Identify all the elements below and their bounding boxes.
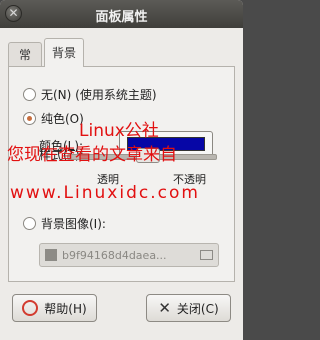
watermark-line-2: 您现在查看的文章来自: [7, 145, 177, 165]
close-button-label: 关闭(C): [176, 301, 219, 316]
tab-background[interactable]: 背景: [44, 38, 84, 67]
radio-solid-color[interactable]: [23, 112, 36, 125]
radio-solid-row[interactable]: 纯色(O): [23, 110, 84, 127]
background-image-file-chooser[interactable]: b9f94168d4daea...: [39, 243, 219, 267]
background-tab-pane: 无(N) (使用系统主题) 纯色(O) 颜色(L): 样式(T): 透明 不透明…: [8, 66, 235, 282]
radio-image-row[interactable]: 背景图像(I):: [23, 215, 106, 232]
radio-background-image[interactable]: [23, 217, 36, 230]
tab-general[interactable]: 常规: [8, 42, 42, 86]
close-icon: ✕: [158, 299, 171, 317]
image-file-icon: [45, 249, 57, 261]
help-icon: [22, 300, 39, 316]
folder-icon[interactable]: [200, 250, 213, 260]
help-button[interactable]: 帮助(H): [12, 294, 97, 322]
watermark-line-1: Linux公社: [79, 121, 159, 141]
radio-none-row[interactable]: 无(N) (使用系统主题): [23, 86, 157, 103]
image-file-name: b9f94168d4daea...: [62, 249, 167, 262]
watermark-line-3: www.Linuxidc.com: [10, 183, 200, 203]
radio-none[interactable]: [23, 88, 36, 101]
radio-none-label: 无(N) (使用系统主题): [41, 88, 157, 102]
title-bar: ✕ 面板属性: [0, 0, 243, 28]
help-button-label: 帮助(H): [44, 301, 87, 316]
close-button[interactable]: ✕ 关闭(C): [146, 294, 231, 322]
radio-image-label: 背景图像(I):: [41, 217, 106, 231]
radio-solid-label: 纯色(O): [41, 112, 84, 126]
window-title: 面板属性: [95, 10, 148, 25]
panel-properties-window: ✕ 面板属性 常规 背景 无(N) (使用系统主题) 纯色(O) 颜色(L): …: [0, 0, 243, 340]
